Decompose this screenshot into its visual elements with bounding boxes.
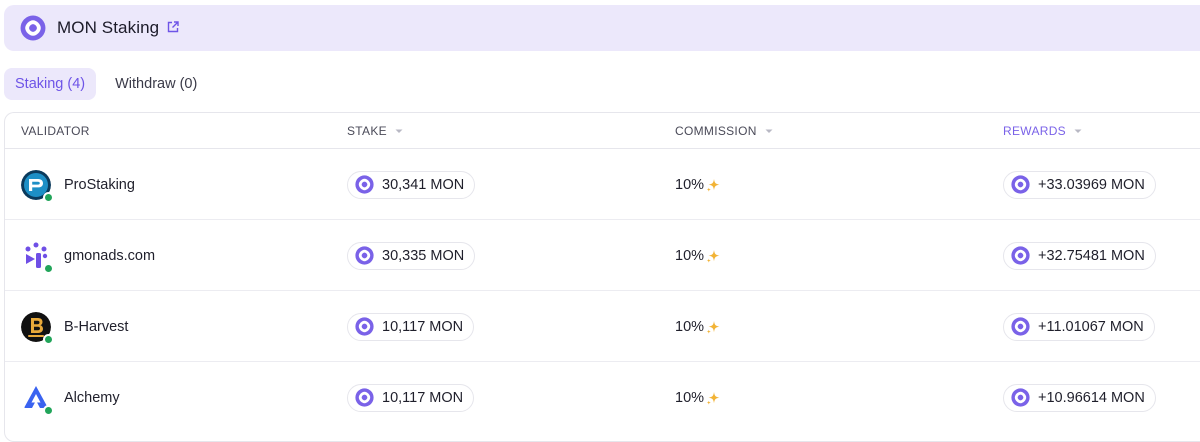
commission-value: 10%: [675, 248, 721, 264]
stake-pill: 30,341 MON: [347, 170, 476, 199]
commission-value: 10%: [675, 177, 721, 193]
online-status-dot: [43, 262, 54, 274]
sort-caret-icon: [394, 126, 404, 136]
avatar: [21, 311, 54, 345]
mon-coin-icon: [355, 246, 374, 265]
table-row[interactable]: ProStaking 30,341 MON 10% +33.03969 MON: [5, 149, 1200, 220]
commission-cell: 10%: [675, 362, 721, 433]
rewards-cell: +32.75481 MON: [1003, 220, 1156, 291]
column-validator: VALIDATOR: [21, 113, 90, 149]
commission-percent: 10%: [675, 176, 705, 193]
validator-name: gmonads.com: [64, 247, 156, 264]
stake-amount: 30,341 MON: [382, 176, 465, 193]
rewards-cell: +11.01067 MON: [1003, 291, 1155, 362]
mon-coin-icon: [355, 317, 374, 336]
commission-cell: 10%: [675, 291, 721, 362]
stake-amount: 30,335 MON: [382, 247, 465, 264]
table-row[interactable]: B-Harvest 10,117 MON 10% +11.01067 MON: [5, 291, 1200, 362]
stake-amount: 10,117 MON: [382, 318, 464, 335]
rewards-pill: +10.96614 MON: [1003, 383, 1156, 412]
table-row[interactable]: Alchemy 10,117 MON 10% +10.96614 MON: [5, 362, 1200, 433]
stake-pill: 10,117 MON: [347, 383, 475, 412]
sparkle-icon: [705, 248, 721, 264]
validator-cell: B-Harvest: [21, 291, 128, 362]
mon-coin-icon: [1011, 246, 1030, 265]
commission-percent: 10%: [675, 318, 705, 335]
rewards-amount: +11.01067 MON: [1038, 318, 1144, 335]
avatar: [21, 240, 54, 274]
page-header: MON Staking: [4, 5, 1200, 51]
rewards-amount: +33.03969 MON: [1038, 176, 1145, 193]
stake-cell: 30,335 MON: [347, 220, 476, 291]
rewards-cell: +10.96614 MON: [1003, 362, 1156, 433]
validator-name: B-Harvest: [64, 318, 129, 335]
online-status-dot: [43, 404, 54, 416]
page-title: MON Staking: [57, 18, 160, 37]
stake-cell: 30,341 MON: [347, 149, 476, 220]
sparkle-icon: [705, 319, 721, 335]
external-link-icon[interactable]: [166, 20, 180, 34]
column-label: STAKE: [347, 124, 387, 138]
commission-value: 10%: [675, 390, 721, 406]
validator-name: ProStaking: [64, 176, 135, 193]
validator-cell: gmonads.com: [21, 220, 155, 291]
stake-amount: 10,117 MON: [382, 389, 464, 406]
rewards-amount: +32.75481 MON: [1038, 247, 1145, 264]
rewards-pill: +11.01067 MON: [1003, 312, 1155, 341]
sort-caret-icon: [1073, 126, 1083, 136]
stake-pill: 10,117 MON: [347, 312, 475, 341]
validator-cell: Alchemy: [21, 362, 120, 433]
validator-name: Alchemy: [64, 389, 120, 406]
mon-coin-icon: [355, 388, 374, 407]
rewards-pill: +32.75481 MON: [1003, 241, 1156, 270]
mon-coin-icon: [1011, 317, 1030, 336]
sparkle-icon: [705, 390, 721, 406]
column-stake[interactable]: STAKE: [347, 113, 404, 149]
staking-table: VALIDATOR STAKE COMMISSION REWARDS ProSt…: [4, 112, 1200, 442]
validator-cell: ProStaking: [21, 149, 135, 220]
commission-percent: 10%: [675, 247, 705, 264]
column-label: COMMISSION: [675, 124, 757, 138]
stake-cell: 10,117 MON: [347, 362, 475, 433]
online-status-dot: [43, 191, 54, 203]
sparkle-icon: [705, 177, 721, 193]
commission-percent: 10%: [675, 389, 705, 406]
column-rewards[interactable]: REWARDS: [1003, 113, 1083, 149]
avatar: [21, 382, 54, 416]
avatar: [21, 169, 54, 203]
commission-cell: 10%: [675, 220, 721, 291]
mon-coin-icon: [1011, 388, 1030, 407]
rewards-pill: +33.03969 MON: [1003, 170, 1156, 199]
column-label: VALIDATOR: [21, 124, 90, 138]
stake-pill: 30,335 MON: [347, 241, 476, 270]
mon-coin-icon: [355, 175, 374, 194]
rewards-amount: +10.96614 MON: [1038, 389, 1145, 406]
rewards-cell: +33.03969 MON: [1003, 149, 1156, 220]
online-status-dot: [43, 333, 54, 345]
column-label: REWARDS: [1003, 124, 1066, 138]
mon-logo-icon: [20, 15, 46, 41]
column-commission[interactable]: COMMISSION: [675, 113, 774, 149]
tab-staking[interactable]: Staking (4): [4, 68, 97, 100]
table-row[interactable]: gmonads.com 30,335 MON 10% +32.75481 MON: [5, 220, 1200, 291]
mon-coin-icon: [1011, 175, 1030, 194]
commission-cell: 10%: [675, 149, 721, 220]
sort-caret-icon: [764, 126, 774, 136]
tab-withdraw[interactable]: Withdraw (0): [104, 68, 208, 100]
table-header: VALIDATOR STAKE COMMISSION REWARDS: [5, 113, 1200, 149]
stake-cell: 10,117 MON: [347, 291, 475, 362]
commission-value: 10%: [675, 319, 721, 335]
tab-bar: Staking (4) Withdraw (0): [4, 68, 208, 100]
